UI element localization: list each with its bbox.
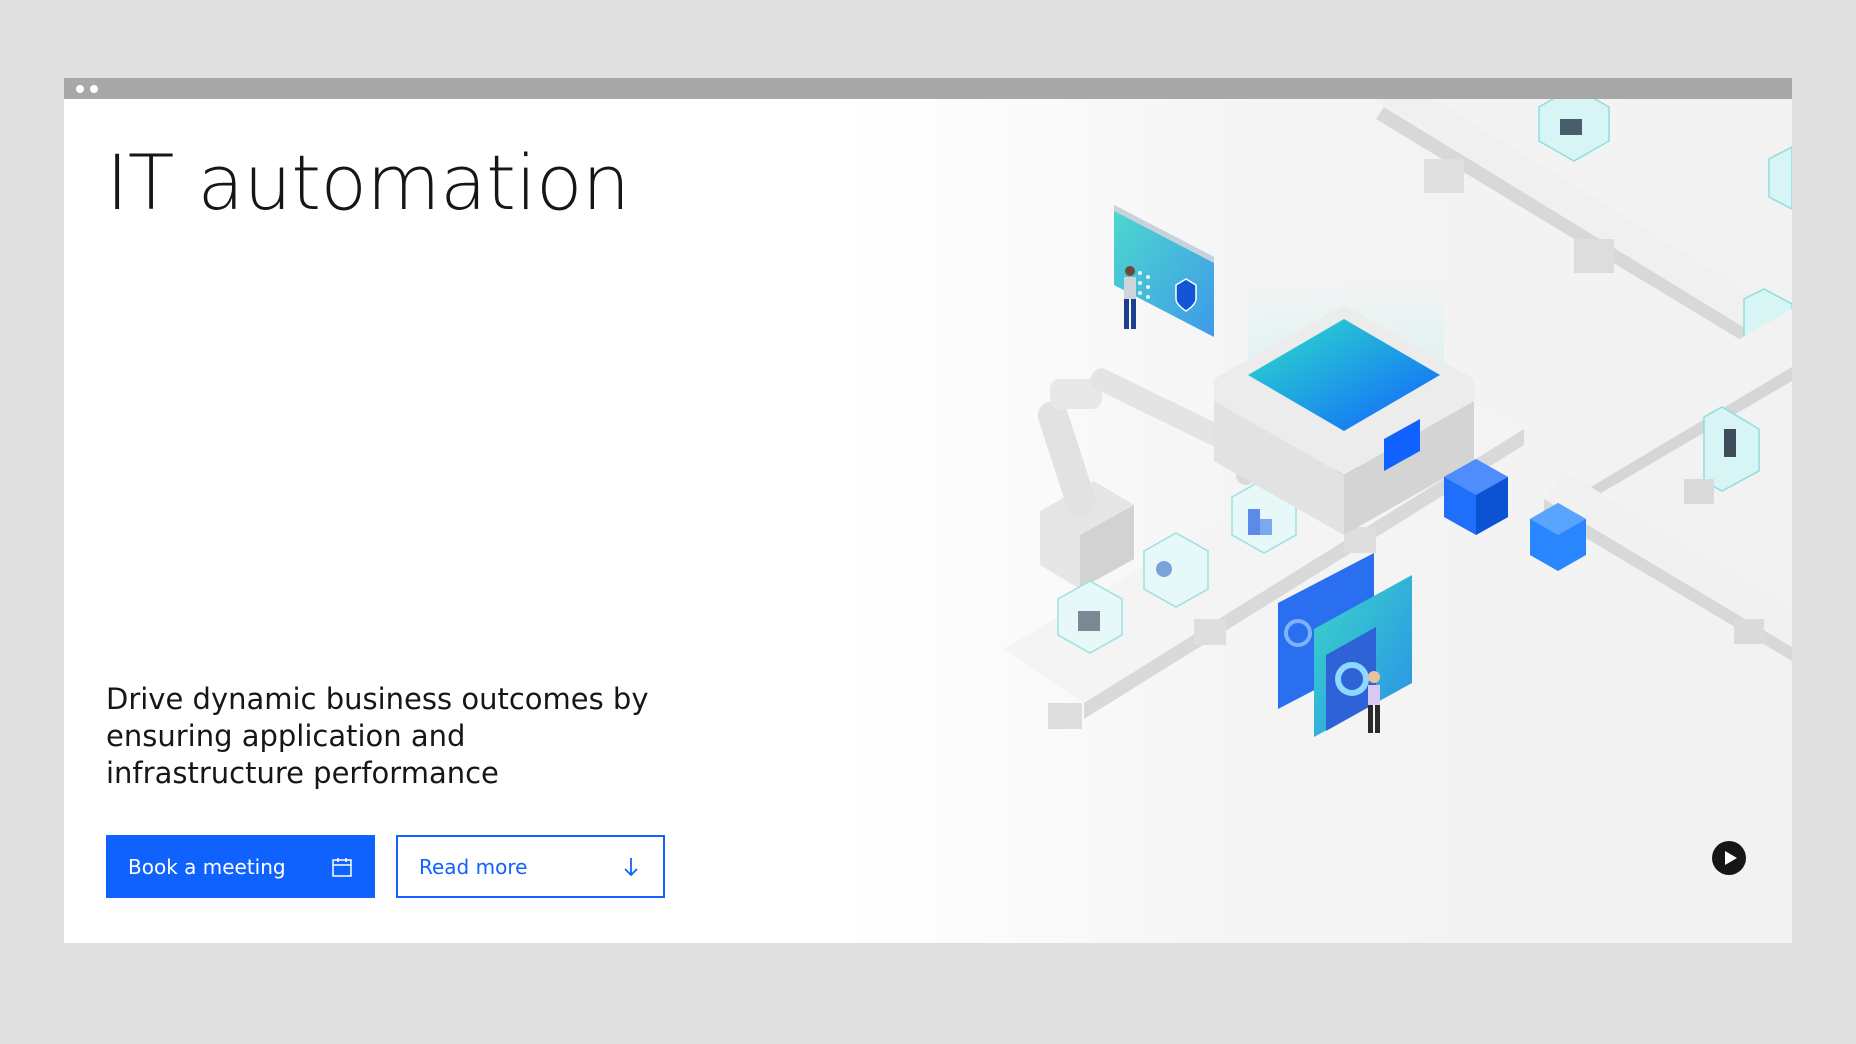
hero-subtitle: Drive dynamic business outcomes by ensur…	[106, 682, 649, 790]
browser-chrome-bar	[64, 78, 1792, 99]
arrow-down-icon	[619, 855, 643, 879]
it-automation-illustration	[1004, 99, 1792, 737]
browser-window: IT automation Drive dynamic business out…	[64, 78, 1792, 943]
calendar-icon	[330, 855, 354, 879]
window-dot	[90, 85, 98, 93]
floating-dashboard	[1114, 205, 1214, 337]
read-more-label: Read more	[419, 854, 528, 879]
right-conveyor	[1564, 309, 1792, 504]
page-title: IT automation	[106, 138, 630, 227]
play-icon	[1712, 841, 1746, 875]
book-meeting-button[interactable]: Book a meeting	[106, 835, 375, 898]
read-more-button[interactable]: Read more	[396, 835, 665, 898]
play-video-button[interactable]	[1711, 840, 1747, 876]
hero-section: IT automation Drive dynamic business out…	[64, 99, 1792, 943]
window-dot	[76, 85, 84, 93]
book-meeting-label: Book a meeting	[128, 854, 286, 879]
